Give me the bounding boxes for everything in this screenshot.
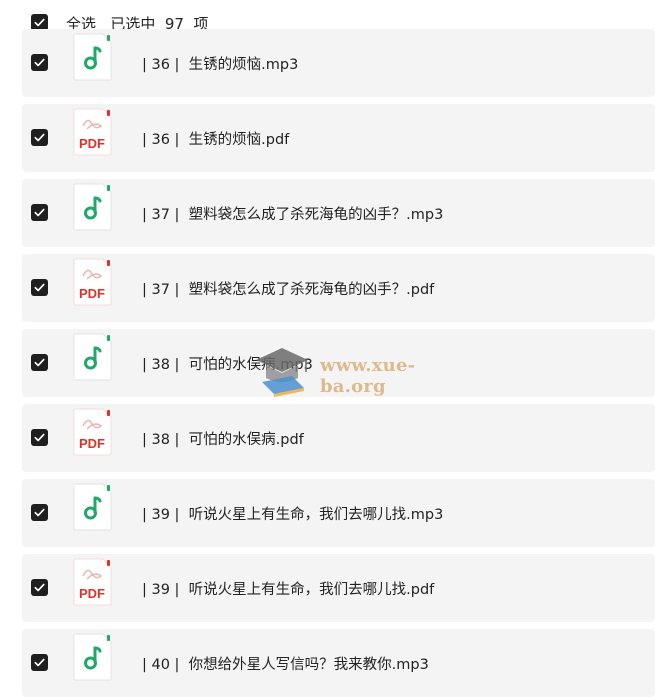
check-icon (34, 508, 45, 517)
file-row[interactable]: | 40 | 你想给外星人写信吗？我来教你.mp3 (22, 629, 655, 697)
file-checkbox[interactable] (31, 354, 48, 371)
file-name: | 36 | 生锈的烦恼.mp3 (142, 57, 299, 73)
file-name: | 36 | 生锈的烦恼.pdf (142, 132, 290, 148)
pdf-badge-text: PDF (79, 136, 105, 151)
file-name: | 39 | 听说火星上有生命，我们去哪儿找.mp3 (142, 507, 444, 523)
pdf-file-icon: PDF (73, 258, 112, 306)
file-checkbox[interactable] (31, 504, 48, 521)
pdf-badge-text: PDF (79, 586, 105, 601)
check-icon (34, 658, 45, 667)
file-checkbox[interactable] (31, 579, 48, 596)
file-checkbox[interactable] (31, 429, 48, 446)
audio-file-icon (73, 483, 112, 531)
file-name: | 37 | 塑料袋怎么成了杀死海龟的凶手？.mp3 (142, 207, 444, 223)
check-icon (34, 583, 45, 592)
check-icon (34, 433, 45, 442)
pdf-file-icon: PDF (73, 408, 112, 456)
file-row[interactable]: | 36 | 生锈的烦恼.mp3 (22, 29, 655, 97)
audio-file-icon (73, 183, 112, 231)
file-checkbox[interactable] (31, 204, 48, 221)
file-row[interactable]: PDF | 36 | 生锈的烦恼.pdf (22, 104, 655, 172)
file-name: | 38 | 可怕的水俣病.mp3 (142, 357, 313, 373)
file-row[interactable]: PDF | 37 | 塑料袋怎么成了杀死海龟的凶手？.pdf (22, 254, 655, 322)
check-icon (34, 283, 45, 292)
audio-file-icon (73, 33, 112, 81)
audio-file-icon (73, 633, 112, 681)
file-checkbox[interactable] (31, 54, 48, 71)
check-icon (34, 18, 45, 27)
file-name: | 37 | 塑料袋怎么成了杀死海龟的凶手？.pdf (142, 282, 435, 298)
pdf-badge-text: PDF (79, 286, 105, 301)
file-row[interactable]: | 37 | 塑料袋怎么成了杀死海龟的凶手？.mp3 (22, 179, 655, 247)
file-checkbox[interactable] (31, 654, 48, 671)
check-icon (34, 358, 45, 367)
check-icon (34, 133, 45, 142)
check-icon (34, 208, 45, 217)
file-name: | 39 | 听说火星上有生命，我们去哪儿找.pdf (142, 582, 435, 598)
check-icon (34, 58, 45, 67)
file-row[interactable]: | 39 | 听说火星上有生命，我们去哪儿找.mp3 (22, 479, 655, 547)
file-checkbox[interactable] (31, 129, 48, 146)
file-name: | 38 | 可怕的水俣病.pdf (142, 432, 304, 448)
file-row[interactable]: | 38 | 可怕的水俣病.mp3 (22, 329, 655, 397)
pdf-badge-text: PDF (79, 436, 105, 451)
audio-file-icon (73, 333, 112, 381)
file-row[interactable]: PDF | 38 | 可怕的水俣病.pdf (22, 404, 655, 472)
pdf-file-icon: PDF (73, 558, 112, 606)
file-checkbox[interactable] (31, 279, 48, 296)
pdf-file-icon: PDF (73, 108, 112, 156)
file-name: | 40 | 你想给外星人写信吗？我来教你.mp3 (142, 657, 429, 673)
file-row[interactable]: PDF | 39 | 听说火星上有生命，我们去哪儿找.pdf (22, 554, 655, 622)
